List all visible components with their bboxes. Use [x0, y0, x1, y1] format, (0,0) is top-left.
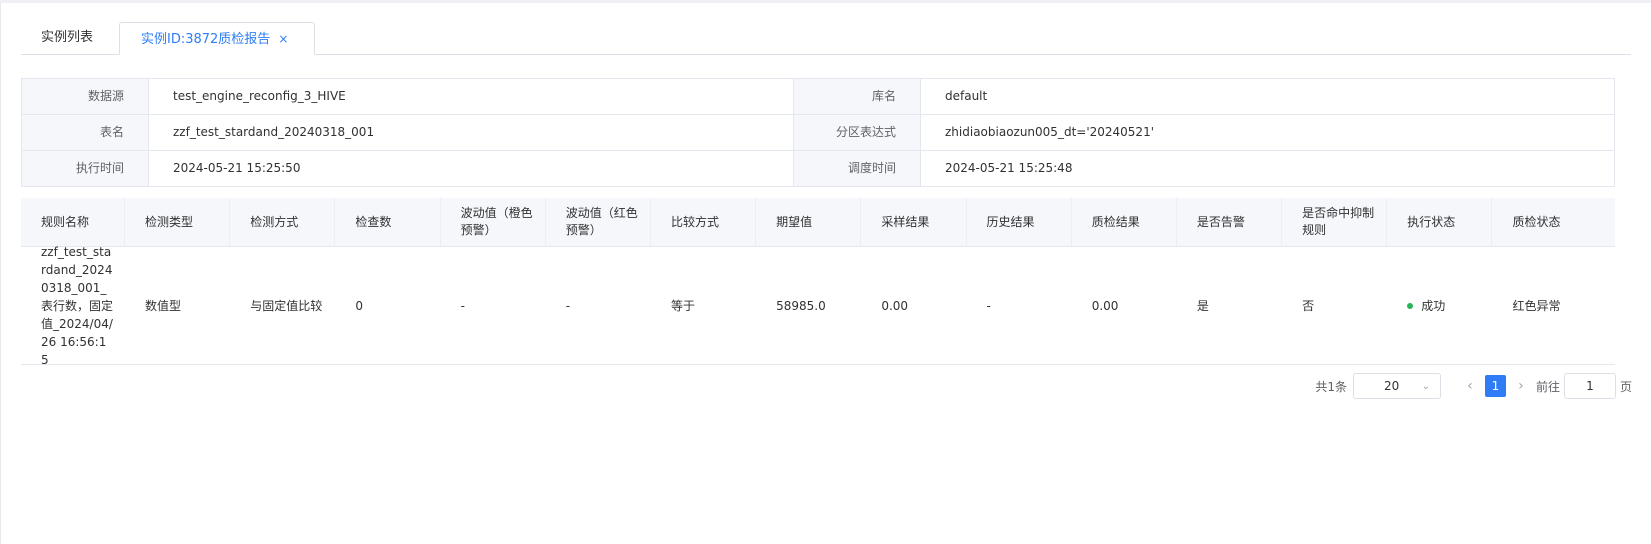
- table-cell: 是: [1196, 298, 1209, 313]
- info-value: default: [945, 89, 988, 103]
- instance-info-table: 数据源 test_engine_reconfig_3_HIVE 库名 defau…: [21, 78, 1615, 187]
- next-page-icon[interactable]: ›: [1508, 378, 1534, 394]
- rules-table: 规则名称 检测类型 检测方式 检查数 波动值（橙色预警） 波动值（红色预警） 比…: [21, 198, 1615, 367]
- info-label: 分区表达式: [794, 115, 921, 150]
- page-size-select[interactable]: 20 ⌄: [1352, 373, 1441, 399]
- column-header: 是否命中抑制规则: [1282, 198, 1388, 246]
- table-row: zzf_test_stardand_20240318_001_表行数，固定值_2…: [21, 244, 1615, 367]
- page-number[interactable]: 1: [1484, 375, 1506, 397]
- tab-instance-list[interactable]: 实例列表: [21, 22, 119, 54]
- column-header: 波动值（橙色预警）: [441, 198, 546, 246]
- column-header: 质检状态: [1512, 214, 1561, 229]
- column-header: 规则名称: [21, 198, 125, 246]
- table-cell: 红色异常: [1512, 298, 1561, 313]
- table-cell: 数值型: [145, 298, 182, 313]
- info-value: zzf_test_stardand_20240318_001: [149, 115, 794, 150]
- tab-label: 实例列表: [41, 30, 94, 45]
- table-cell: 与固定值比较: [250, 298, 323, 313]
- info-row: 执行时间 2024-05-21 15:25:50 调度时间 2024-05-21…: [22, 151, 1614, 187]
- column-header: 期望值: [756, 198, 862, 246]
- tab-label: 实例ID:3872质检报告: [141, 32, 271, 47]
- table-cell: 0.00: [1091, 298, 1119, 313]
- prev-page-icon[interactable]: ‹: [1457, 378, 1483, 394]
- column-header: 波动值（红色预警）: [546, 198, 651, 246]
- info-value: 2024-05-21 15:25:50: [149, 151, 794, 186]
- table-cell: -: [565, 298, 571, 313]
- table-cell: 0.00: [881, 298, 909, 313]
- column-header: 比较方式: [651, 198, 757, 246]
- close-icon[interactable]: ×: [278, 32, 288, 46]
- top-divider: [0, 0, 1651, 3]
- info-row: 数据源 test_engine_reconfig_3_HIVE 库名 defau…: [22, 79, 1614, 115]
- status-text: 成功: [1421, 298, 1446, 313]
- info-value: 2024-05-21 15:25:48: [945, 161, 1073, 175]
- column-header: 质检结果: [1072, 198, 1177, 246]
- table-header: 规则名称 检测类型 检测方式 检查数 波动值（橙色预警） 波动值（红色预警） 比…: [21, 198, 1615, 247]
- pagination: 共1条 20 ⌄ ‹ 1 › 前往 1 页: [1315, 373, 1632, 399]
- column-header: 检查数: [335, 198, 441, 246]
- column-header: 检测类型: [125, 198, 231, 246]
- tab-quality-report[interactable]: 实例ID:3872质检报告 ×: [119, 22, 315, 55]
- total-count: 共1条: [1315, 379, 1347, 394]
- info-label: 调度时间: [794, 151, 921, 186]
- goto-label: 前往: [1535, 379, 1560, 394]
- goto-page-input[interactable]: 1: [1563, 373, 1616, 399]
- page-suffix: 页: [1619, 379, 1632, 394]
- info-row: 表名 zzf_test_stardand_20240318_001 分区表达式 …: [22, 115, 1614, 151]
- column-header: 执行状态: [1387, 198, 1493, 246]
- table-cell: -: [460, 298, 465, 313]
- info-label: 数据源: [22, 79, 149, 114]
- table-cell: 58985.0: [776, 298, 826, 313]
- info-label: 执行时间: [22, 151, 149, 186]
- left-divider: [0, 3, 1, 544]
- info-label: 表名: [22, 115, 149, 150]
- rule-name-cell: zzf_test_stardand_20240318_001_表行数，固定值_2…: [41, 244, 114, 367]
- page-size-value: 20: [1383, 379, 1400, 393]
- table-cell: -: [986, 298, 991, 313]
- chevron-down-icon: ⌄: [1421, 380, 1430, 392]
- column-header: 是否告警: [1177, 198, 1283, 246]
- table-cell: 0: [355, 298, 364, 313]
- execution-status-cell: 成功: [1387, 247, 1492, 364]
- column-header: 采样结果: [861, 198, 967, 246]
- info-label: 库名: [794, 79, 921, 114]
- table-cell: 否: [1302, 298, 1315, 313]
- table-cell: 等于: [670, 298, 695, 313]
- status-dot-icon: [1407, 302, 1414, 309]
- column-header: 检测方式: [230, 198, 336, 246]
- tab-bar: 实例列表 实例ID:3872质检报告 ×: [21, 22, 1631, 55]
- info-value: test_engine_reconfig_3_HIVE: [149, 79, 794, 114]
- column-header: 历史结果: [967, 198, 1072, 246]
- info-value: zhidiaobiaozun005_dt='20240521': [945, 125, 1154, 139]
